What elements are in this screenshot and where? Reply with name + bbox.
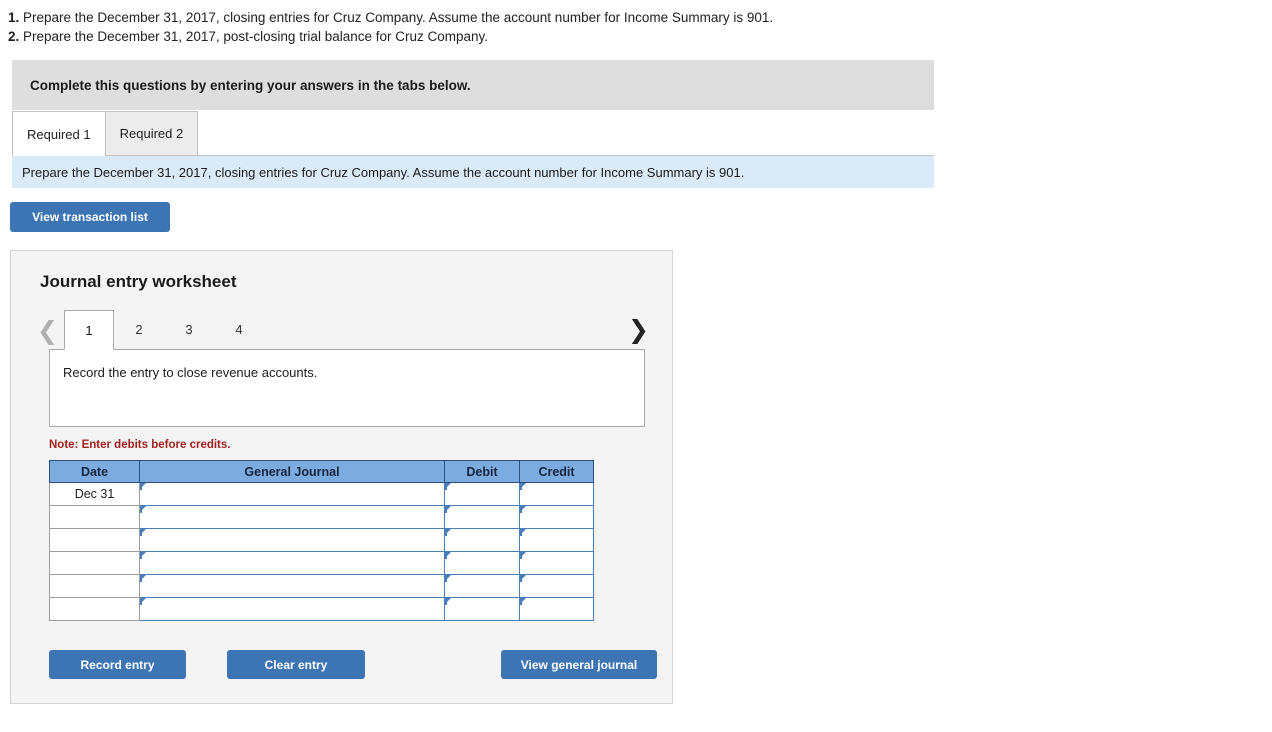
column-header-credit: Credit (519, 460, 594, 483)
cell-general-journal-value[interactable] (140, 598, 444, 620)
tab-required-2-label: Required 2 (119, 126, 184, 141)
cell-credit-value[interactable] (520, 598, 593, 620)
view-transaction-list-button[interactable]: View transaction list (10, 202, 170, 232)
cell-debit[interactable] (444, 597, 520, 621)
table-header-row: Date General Journal Debit Credit (49, 460, 594, 483)
cell-general-journal[interactable] (139, 482, 445, 506)
cell-credit-value[interactable] (520, 575, 593, 597)
cell-date[interactable] (49, 551, 140, 575)
cell-credit[interactable] (519, 482, 594, 506)
pager-page-1-label: 1 (85, 322, 93, 338)
cell-credit[interactable] (519, 528, 594, 552)
pager-page-4-label: 4 (235, 322, 243, 337)
debits-before-credits-note: Note: Enter debits before credits. (49, 439, 231, 451)
cell-debit[interactable] (444, 482, 520, 506)
cell-debit-value[interactable] (445, 483, 519, 505)
cell-general-journal[interactable] (139, 597, 445, 621)
pager-page-3-label: 3 (185, 322, 193, 337)
pager-page-4[interactable]: 4 (214, 310, 264, 349)
cell-debit-value[interactable] (445, 598, 519, 620)
cell-general-journal[interactable] (139, 505, 445, 529)
column-header-general-journal: General Journal (139, 460, 445, 483)
entry-description-box: Record the entry to close revenue accoun… (49, 349, 645, 427)
cell-credit-value[interactable] (520, 552, 593, 574)
info-bar-text: Prepare the December 31, 2017, closing e… (22, 164, 745, 180)
cell-credit[interactable] (519, 551, 594, 575)
instruction-banner-text: Complete this questions by entering your… (30, 77, 471, 93)
question-item: 1. Prepare the December 31, 2017, closin… (8, 8, 938, 27)
question-list: 1. Prepare the December 31, 2017, closin… (0, 0, 938, 46)
cell-general-journal-value[interactable] (140, 506, 444, 528)
tab-required-2[interactable]: Required 2 (104, 111, 199, 155)
cell-credit[interactable] (519, 505, 594, 529)
view-transaction-list-wrap: View transaction list (10, 202, 1272, 232)
info-bar: Prepare the December 31, 2017, closing e… (12, 156, 934, 188)
table-row (49, 528, 594, 552)
tab-required-1[interactable]: Required 1 (12, 111, 106, 156)
cell-date[interactable] (49, 505, 140, 529)
cell-debit[interactable] (444, 528, 520, 552)
column-header-debit: Debit (444, 460, 520, 483)
cell-general-journal-value[interactable] (140, 575, 444, 597)
question-item: 2. Prepare the December 31, 2017, post-c… (8, 27, 938, 46)
cell-debit[interactable] (444, 551, 520, 575)
chevron-right-icon[interactable]: ❯ (628, 317, 649, 349)
entry-description-text: Record the entry to close revenue accoun… (63, 365, 318, 380)
column-header-date: Date (49, 460, 140, 483)
cell-general-journal-value[interactable] (140, 529, 444, 551)
pager-page-3[interactable]: 3 (164, 310, 214, 349)
cell-debit-value[interactable] (445, 529, 519, 551)
cell-general-journal-value[interactable] (140, 483, 444, 505)
cell-debit-value[interactable] (445, 575, 519, 597)
pager-page-2[interactable]: 2 (114, 310, 164, 349)
instruction-banner: Complete this questions by entering your… (12, 60, 934, 110)
journal-entry-worksheet-panel: Journal entry worksheet ❮ 1 2 3 4 ❯ Reco… (10, 250, 673, 704)
cell-debit[interactable] (444, 505, 520, 529)
worksheet-title: Journal entry worksheet (40, 272, 237, 291)
cell-general-journal[interactable] (139, 551, 445, 575)
pager-page-1[interactable]: 1 (63, 310, 114, 350)
question-text: Prepare the December 31, 2017, closing e… (23, 10, 774, 25)
cell-date[interactable] (49, 574, 140, 598)
chevron-left-icon[interactable]: ❮ (37, 318, 58, 349)
journal-entry-table: Date General Journal Debit Credit Dec 31 (49, 460, 594, 621)
cell-general-journal[interactable] (139, 528, 445, 552)
cell-general-journal-value[interactable] (140, 552, 444, 574)
clear-entry-button[interactable]: Clear entry (227, 650, 365, 679)
table-row (49, 551, 594, 575)
cell-date[interactable] (49, 528, 140, 552)
cell-debit-value[interactable] (445, 506, 519, 528)
table-row (49, 505, 594, 529)
cell-debit[interactable] (444, 574, 520, 598)
cell-debit-value[interactable] (445, 552, 519, 574)
required-tabs: Required 1 Required 2 (12, 110, 934, 156)
question-text: Prepare the December 31, 2017, post-clos… (23, 29, 489, 44)
cell-credit-value[interactable] (520, 529, 593, 551)
entry-pager: ❮ 1 2 3 4 ❯ (37, 307, 649, 350)
cell-credit[interactable] (519, 574, 594, 598)
cell-general-journal[interactable] (139, 574, 445, 598)
worksheet-actions: Record entry Clear entry View general jo… (49, 650, 657, 680)
question-number: 1. (8, 10, 20, 25)
cell-credit[interactable] (519, 597, 594, 621)
cell-date[interactable] (49, 597, 140, 621)
cell-date[interactable]: Dec 31 (49, 482, 140, 506)
pager-page-2-label: 2 (135, 322, 143, 337)
table-row (49, 597, 594, 621)
record-entry-button[interactable]: Record entry (49, 650, 186, 679)
view-general-journal-button[interactable]: View general journal (501, 650, 657, 679)
table-row: Dec 31 (49, 482, 594, 506)
cell-credit-value[interactable] (520, 483, 593, 505)
question-number: 2. (8, 29, 20, 44)
tab-required-1-label: Required 1 (27, 126, 91, 142)
cell-credit-value[interactable] (520, 506, 593, 528)
table-row (49, 574, 594, 598)
